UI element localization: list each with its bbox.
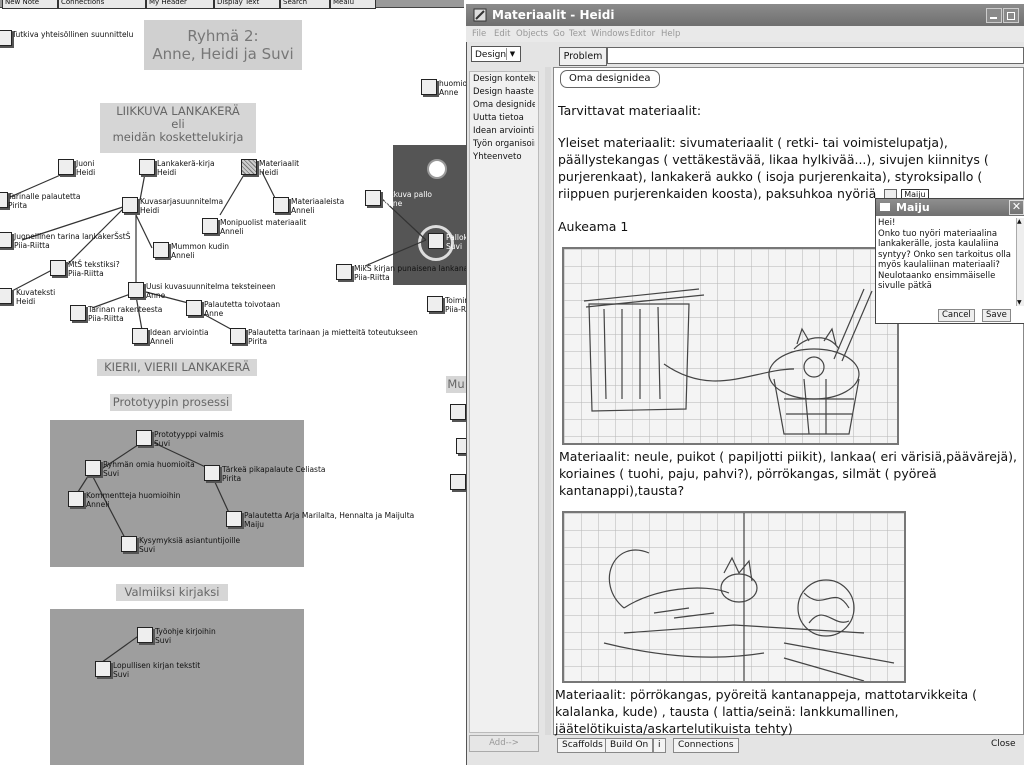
tab-info[interactable]: i bbox=[653, 738, 666, 753]
menu-edit[interactable]: Edit bbox=[494, 29, 510, 39]
close-button[interactable]: Close bbox=[987, 738, 1020, 751]
menu-windows[interactable]: Windows bbox=[591, 29, 629, 39]
note-icon bbox=[70, 305, 86, 321]
tab-scaffolds[interactable]: Scaffolds bbox=[557, 738, 608, 753]
scroll-down-icon[interactable]: ▼ bbox=[1017, 299, 1022, 306]
popup-title: Maiju bbox=[896, 201, 930, 214]
scaffold-item[interactable]: Uutta tietoa bbox=[473, 113, 535, 123]
connection-lines bbox=[9, 167, 427, 666]
scaffold-item[interactable]: Idean arviointi bbox=[473, 126, 535, 136]
maiju-popup: Maiju ✕ Hei! Onko tuo nyöri materiaalina… bbox=[875, 198, 1024, 324]
note-icon bbox=[186, 300, 202, 316]
note-window-icon bbox=[473, 8, 487, 22]
note-icon bbox=[0, 192, 8, 208]
note-icon bbox=[122, 197, 138, 213]
note-icon bbox=[95, 661, 111, 677]
note-icon bbox=[0, 288, 12, 304]
note-icon bbox=[226, 511, 242, 527]
tab-build-on[interactable]: Build On bbox=[605, 738, 654, 753]
cancel-button[interactable]: Cancel bbox=[938, 309, 975, 322]
note-icon bbox=[421, 79, 437, 95]
popup-note-icon bbox=[880, 203, 890, 211]
note-icon bbox=[0, 30, 12, 46]
note-icon bbox=[428, 233, 444, 249]
note-icon bbox=[202, 218, 218, 234]
text-materiaalit-2: Materiaalit: pörrökangas, pyöreitä kanta… bbox=[555, 687, 978, 736]
scaffold-tag[interactable]: Oma designidea bbox=[560, 70, 660, 88]
window-titlebar[interactable]: Materiaalit - Heidi bbox=[466, 4, 1024, 26]
note-icon bbox=[58, 159, 74, 175]
note-icon bbox=[121, 536, 137, 552]
add-button[interactable]: Add--> bbox=[469, 735, 539, 752]
note-icon bbox=[450, 474, 466, 490]
sketch-cat-yarn-drawing bbox=[564, 513, 904, 682]
maximize-button[interactable] bbox=[1003, 8, 1019, 23]
note-icon bbox=[204, 465, 220, 481]
close-icon[interactable]: ✕ bbox=[1009, 200, 1024, 215]
note-icon bbox=[450, 404, 466, 420]
note-icon bbox=[136, 430, 152, 446]
problem-button[interactable]: Problem bbox=[559, 47, 607, 66]
text-tarvittavat: Tarvittavat materiaalit: bbox=[558, 103, 702, 118]
menu-editor[interactable]: Editor bbox=[630, 29, 655, 39]
design-select[interactable]: Design ▼ bbox=[471, 46, 521, 62]
text-aukeama: Aukeama 1 bbox=[558, 219, 629, 234]
window-title: Materiaalit - Heidi bbox=[492, 8, 615, 22]
scroll-up-icon[interactable]: ▲ bbox=[1017, 218, 1022, 225]
note-icon bbox=[132, 328, 148, 344]
note-icon bbox=[273, 197, 289, 213]
sketch-cat-yarn bbox=[562, 511, 906, 683]
note-icon bbox=[50, 260, 66, 276]
scaffold-item[interactable]: Oma designidea bbox=[473, 100, 535, 110]
note-icon bbox=[128, 282, 144, 298]
sketch-knitting-basket bbox=[562, 247, 899, 445]
scaffold-item[interactable]: Yhteenveto bbox=[473, 152, 535, 162]
text-materiaalit-1: Materiaalit: neule, puikot ( papiljotti … bbox=[559, 449, 1017, 498]
popup-scrollbar[interactable]: ▲ ▼ bbox=[1016, 218, 1024, 306]
menu-go[interactable]: Go bbox=[553, 29, 565, 39]
menu-text[interactable]: Text bbox=[569, 29, 586, 39]
note-icon-selected bbox=[241, 159, 257, 175]
menu-objects[interactable]: Objects bbox=[516, 29, 548, 39]
text-yleiset-block: Yleiset materiaalit: sivumateriaalit ( r… bbox=[558, 134, 1022, 204]
note-icon bbox=[427, 296, 443, 312]
menu-help[interactable]: Help bbox=[661, 29, 680, 39]
tab-connections[interactable]: Connections bbox=[673, 738, 739, 753]
note-icon bbox=[0, 232, 12, 248]
note-icon bbox=[137, 627, 153, 643]
note-icon bbox=[153, 242, 169, 258]
note-icon bbox=[68, 491, 84, 507]
save-button[interactable]: Save bbox=[982, 309, 1011, 322]
menu-bar: File Edit Objects Go Text Windows Editor… bbox=[466, 26, 1024, 42]
note-icon bbox=[139, 159, 155, 175]
scaffold-item[interactable]: Design haaste bbox=[473, 87, 535, 97]
bottom-tab-bar: Scaffolds Build On i Connections Close bbox=[553, 738, 1024, 753]
scaffold-item[interactable]: Design kontekst bbox=[473, 74, 535, 84]
scaffold-list: Design kontekst Design haaste Oma design… bbox=[469, 71, 539, 733]
scroll-up-icon[interactable]: ▲ bbox=[529, 74, 537, 82]
menu-file[interactable]: File bbox=[472, 29, 486, 39]
problem-field[interactable] bbox=[607, 47, 1024, 64]
scaffold-item[interactable]: Työn organisoin bbox=[473, 139, 535, 149]
note-icon bbox=[365, 190, 381, 206]
sketch-knitting-basket-drawing bbox=[564, 249, 897, 443]
chevron-down-icon: ▼ bbox=[506, 48, 518, 60]
note-icon bbox=[336, 264, 352, 280]
splitter[interactable] bbox=[545, 67, 551, 735]
note-icon bbox=[230, 328, 246, 344]
popup-text[interactable]: Hei! Onko tuo nyöri materiaalina lankake… bbox=[878, 218, 1014, 292]
note-icon bbox=[85, 460, 101, 476]
popup-titlebar[interactable]: Maiju ✕ bbox=[876, 199, 1024, 216]
minimize-button[interactable] bbox=[986, 8, 1002, 23]
